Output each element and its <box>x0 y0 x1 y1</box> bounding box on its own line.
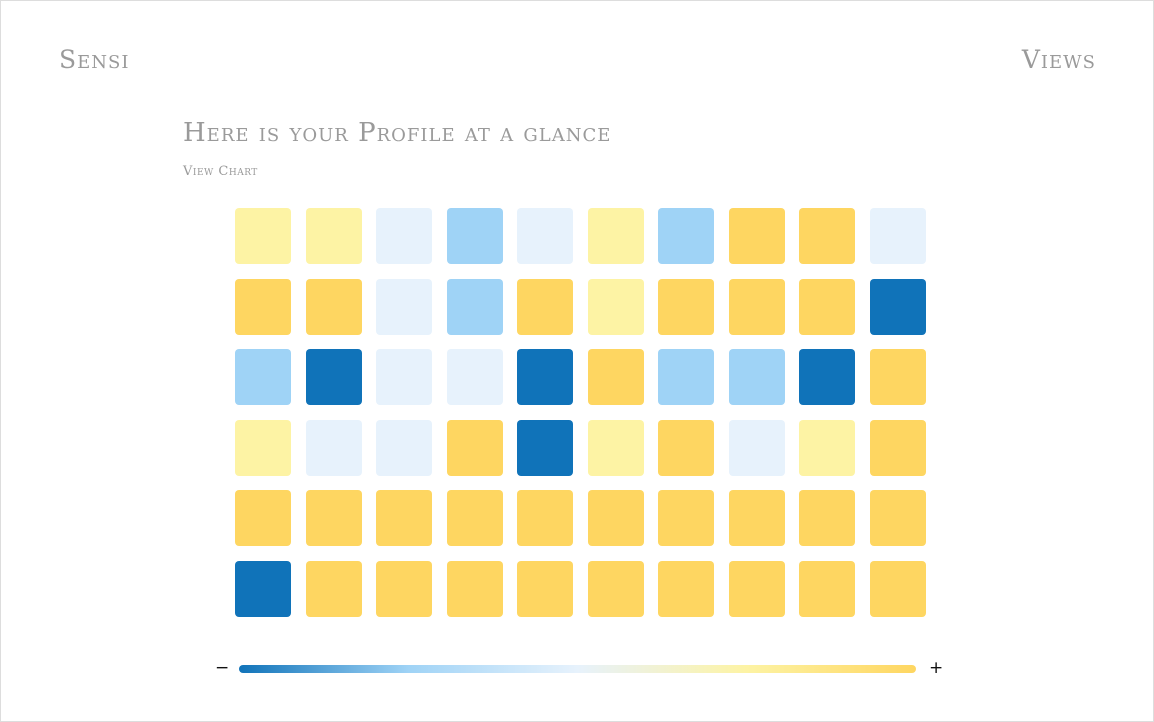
heatmap-cell[interactable] <box>517 208 573 264</box>
heatmap-cell[interactable] <box>799 279 855 335</box>
heatmap-cell[interactable] <box>447 490 503 546</box>
heatmap-cell[interactable] <box>235 349 291 405</box>
heatmap-cell[interactable] <box>235 561 291 617</box>
heatmap-cell[interactable] <box>376 561 432 617</box>
heatmap-cell[interactable] <box>870 279 926 335</box>
heatmap-cell[interactable] <box>447 561 503 617</box>
heatmap-cell[interactable] <box>517 561 573 617</box>
heatmap-cell[interactable] <box>870 208 926 264</box>
heatmap-cell[interactable] <box>588 420 644 476</box>
heatmap-cell[interactable] <box>447 420 503 476</box>
heatmap-cell[interactable] <box>235 208 291 264</box>
heatmap-cell[interactable] <box>588 208 644 264</box>
heatmap-cell[interactable] <box>376 349 432 405</box>
heatmap-cell[interactable] <box>658 420 714 476</box>
view-chart-link[interactable]: View Chart <box>183 164 258 179</box>
heatmap-cell[interactable] <box>376 279 432 335</box>
heatmap-cell[interactable] <box>517 279 573 335</box>
heatmap-cell[interactable] <box>658 561 714 617</box>
views-link[interactable]: Views <box>1022 45 1096 74</box>
heatmap-cell[interactable] <box>870 561 926 617</box>
heatmap-cell[interactable] <box>729 420 785 476</box>
heatmap-cell[interactable] <box>517 490 573 546</box>
heatmap-cell[interactable] <box>588 561 644 617</box>
heatmap-cell[interactable] <box>588 490 644 546</box>
heatmap-cell[interactable] <box>799 208 855 264</box>
heatmap-cell[interactable] <box>658 279 714 335</box>
heatmap-cell[interactable] <box>799 561 855 617</box>
legend-minus-label: − <box>215 658 230 678</box>
heatmap-cell[interactable] <box>235 420 291 476</box>
heatmap-cell[interactable] <box>799 349 855 405</box>
heatmap-cell[interactable] <box>306 561 362 617</box>
heatmap-cell[interactable] <box>376 490 432 546</box>
heatmap-cell[interactable] <box>658 490 714 546</box>
heatmap-cell[interactable] <box>376 420 432 476</box>
heatmap-cell[interactable] <box>447 279 503 335</box>
page-title: Here is your Profile at a glance <box>183 118 612 148</box>
heatmap-cell[interactable] <box>306 279 362 335</box>
heatmap-cell[interactable] <box>588 349 644 405</box>
app-window: Sensi Views Here is your Profile at a gl… <box>0 0 1154 722</box>
heatmap-cell[interactable] <box>588 279 644 335</box>
heatmap-cell[interactable] <box>306 420 362 476</box>
brand-logo[interactable]: Sensi <box>59 45 129 74</box>
legend-gradient-bar <box>239 665 916 673</box>
heatmap-cell[interactable] <box>658 349 714 405</box>
heatmap-cell[interactable] <box>517 420 573 476</box>
legend-plus-label: + <box>929 658 944 678</box>
heatmap-cell[interactable] <box>517 349 573 405</box>
heatmap-cell[interactable] <box>306 208 362 264</box>
heatmap-cell[interactable] <box>870 420 926 476</box>
heatmap-cell[interactable] <box>447 349 503 405</box>
heatmap-cell[interactable] <box>729 349 785 405</box>
heatmap-cell[interactable] <box>729 208 785 264</box>
profile-heatmap <box>235 208 926 617</box>
heatmap-cell[interactable] <box>235 279 291 335</box>
heatmap-cell[interactable] <box>447 208 503 264</box>
heatmap-cell[interactable] <box>729 490 785 546</box>
heatmap-cell[interactable] <box>870 490 926 546</box>
heatmap-cell[interactable] <box>729 561 785 617</box>
heatmap-cell[interactable] <box>658 208 714 264</box>
heatmap-cell[interactable] <box>870 349 926 405</box>
heatmap-cell[interactable] <box>235 490 291 546</box>
heatmap-cell[interactable] <box>799 420 855 476</box>
heatmap-cell[interactable] <box>306 349 362 405</box>
heatmap-cell[interactable] <box>729 279 785 335</box>
heatmap-cell[interactable] <box>306 490 362 546</box>
heatmap-cell[interactable] <box>376 208 432 264</box>
heatmap-cell[interactable] <box>799 490 855 546</box>
